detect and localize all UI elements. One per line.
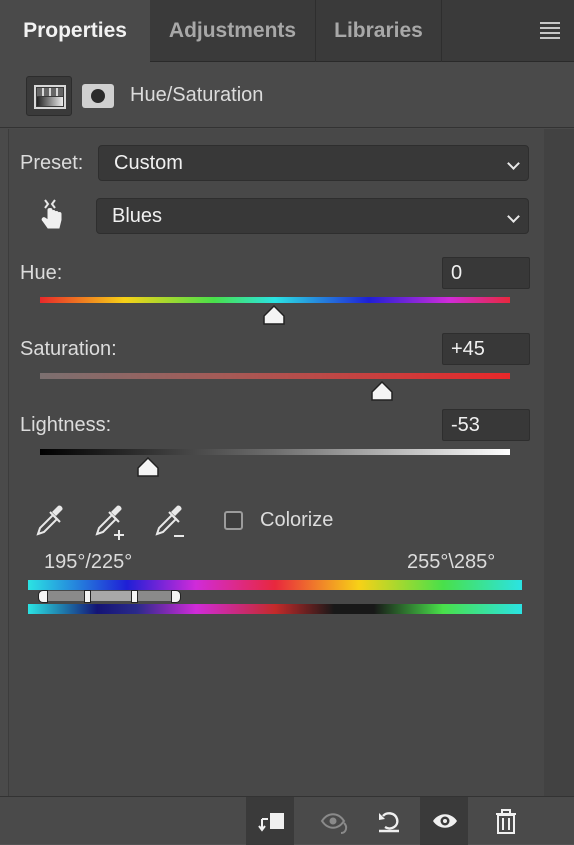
panel-tab-bar: Properties Adjustments Libraries xyxy=(0,0,574,62)
output-color-bar xyxy=(28,604,522,614)
range-outer-left-handle[interactable] xyxy=(38,590,48,603)
chevron-down-icon xyxy=(507,157,520,170)
targeted-adjustment-hand-icon[interactable] xyxy=(34,196,66,232)
color-range-slider[interactable] xyxy=(38,590,182,603)
view-previous-state-button[interactable] xyxy=(308,797,356,845)
hue-input[interactable]: 0 xyxy=(442,257,530,289)
eyedropper-plus-icon[interactable] xyxy=(93,504,127,542)
lightness-input[interactable]: -53 xyxy=(442,409,530,441)
eyedropper-minus-icon[interactable] xyxy=(153,504,187,542)
reset-icon xyxy=(379,812,399,833)
view-previous-state-icon xyxy=(320,813,348,834)
hue-label: Hue: xyxy=(20,262,63,284)
tab-adjustments[interactable]: Adjustments xyxy=(150,0,316,62)
tab-properties[interactable]: Properties xyxy=(0,0,150,62)
lightness-slider-thumb[interactable] xyxy=(136,457,160,477)
reset-button[interactable] xyxy=(364,797,412,845)
delete-icon xyxy=(496,809,516,834)
input-color-bar xyxy=(28,580,522,590)
visibility-icon xyxy=(433,814,457,828)
channel-value: Blues xyxy=(112,205,163,227)
preset-select[interactable]: Custom xyxy=(98,145,529,181)
range-readout-left: 195°/225° xyxy=(44,551,133,573)
clip-to-layer-button[interactable] xyxy=(246,797,294,845)
tab-libraries[interactable]: Libraries xyxy=(316,0,442,62)
properties-header: Hue/Saturation xyxy=(0,62,574,128)
preset-value: Custom xyxy=(114,152,183,174)
clip-to-layer-icon xyxy=(258,813,284,832)
properties-panel: Hue/Saturation Preset: Custom Blues Hue:… xyxy=(0,62,574,845)
range-inner-left-handle[interactable] xyxy=(84,590,91,603)
adjustment-title: Hue/Saturation xyxy=(130,84,264,106)
saturation-input[interactable]: +45 xyxy=(442,333,530,365)
eyedropper-icon[interactable] xyxy=(34,504,66,538)
range-outer-right-handle[interactable] xyxy=(171,590,181,603)
layer-mask-icon[interactable] xyxy=(82,84,114,108)
panel-menu-icon[interactable] xyxy=(540,22,560,39)
channel-select[interactable]: Blues xyxy=(96,198,529,234)
scrollbar[interactable] xyxy=(544,129,574,796)
saturation-slider-thumb[interactable] xyxy=(370,381,394,401)
delete-button[interactable] xyxy=(482,797,530,845)
lightness-label: Lightness: xyxy=(20,414,112,436)
colorize-label: Colorize xyxy=(260,509,334,531)
properties-bottom-bar xyxy=(0,796,574,845)
saturation-slider-track[interactable] xyxy=(40,373,510,379)
hue-slider-thumb[interactable] xyxy=(262,305,286,325)
range-readout-right: 255°\285° xyxy=(407,551,496,573)
colorize-checkbox[interactable] xyxy=(224,511,243,530)
hue-slider-track[interactable] xyxy=(40,297,510,303)
range-inner-right-handle[interactable] xyxy=(131,590,138,603)
adjustment-layer-icon[interactable] xyxy=(26,76,72,116)
lightness-slider-track[interactable] xyxy=(40,449,510,455)
chevron-down-icon xyxy=(507,210,520,223)
saturation-label: Saturation: xyxy=(20,338,117,360)
visibility-button[interactable] xyxy=(420,797,468,845)
preset-label: Preset: xyxy=(20,152,84,174)
